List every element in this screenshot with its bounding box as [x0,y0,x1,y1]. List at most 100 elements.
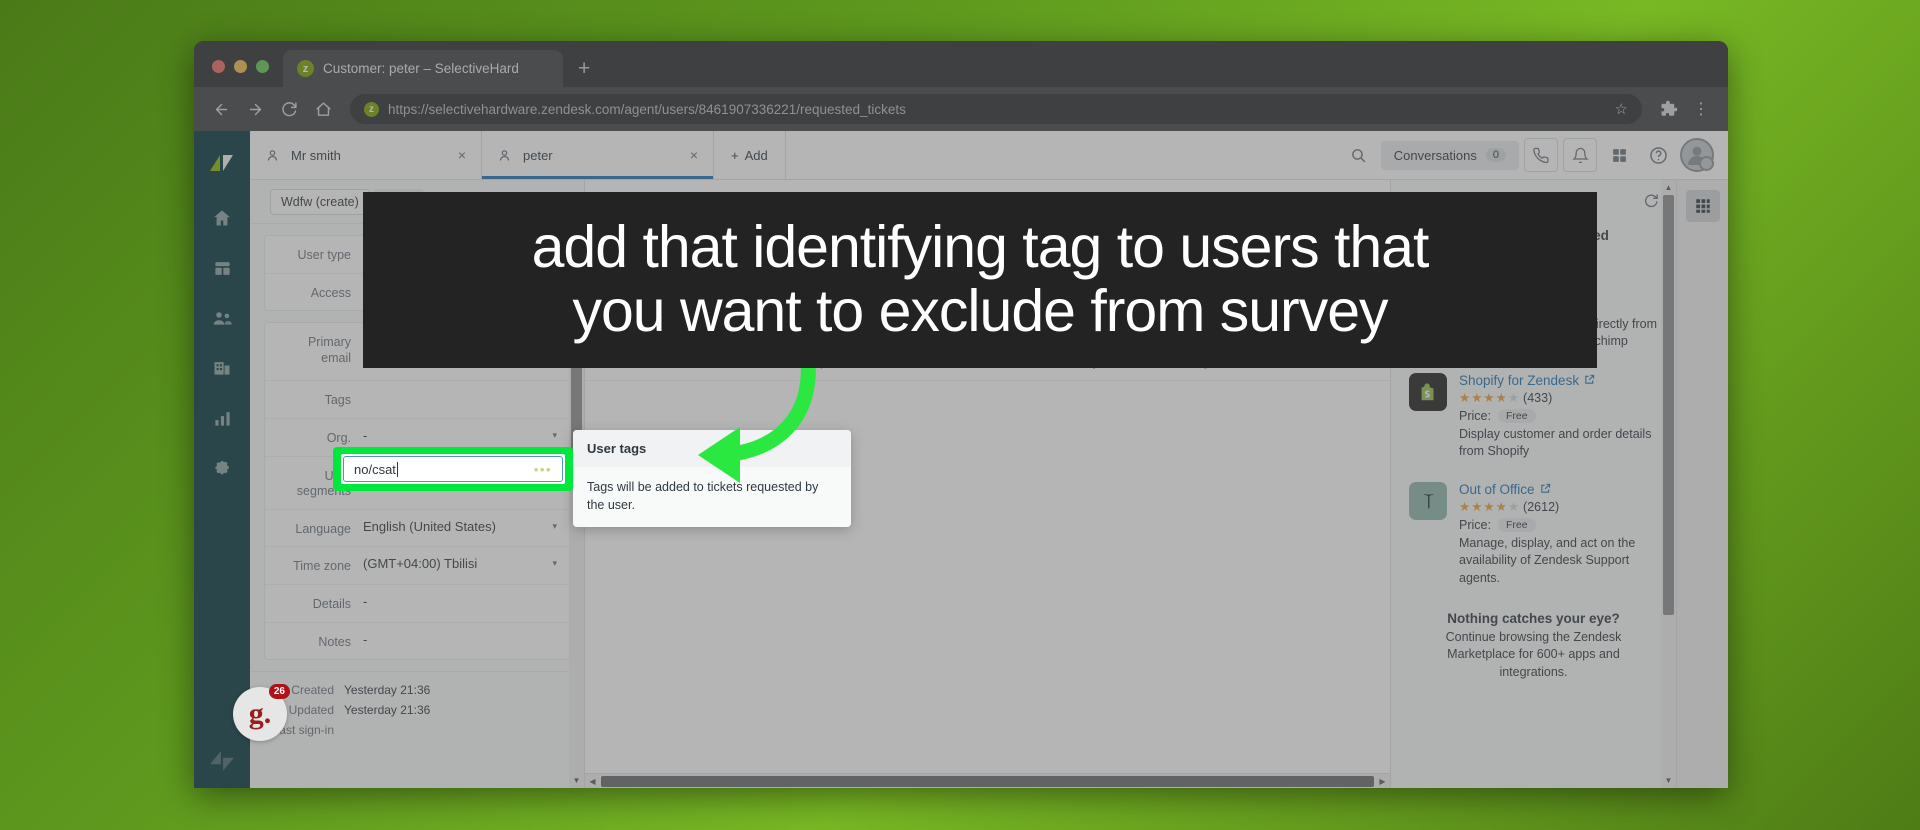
zendesk-footer-logo-icon [194,748,250,774]
field-value[interactable]: - [363,632,557,647]
bell-icon[interactable] [1563,138,1597,172]
sidebar-item-customers[interactable] [200,293,244,343]
field-value[interactable]: English (United States) ▾ [363,519,557,534]
grid-icon[interactable] [1602,138,1636,172]
scroll-thumb[interactable] [1663,195,1674,615]
field-time-zone: Time zone (GMT+04:00) Tbilisi ▾ [265,547,569,585]
caption-line-1: add that identifying tag to users that [531,214,1430,281]
tooltip-title: User tags [573,430,851,467]
meta-row-updated: Updated Yesterday 21:36 [264,700,570,720]
field-value[interactable]: (GMT+04:00) Tbilisi ▾ [363,556,557,571]
field-tags: Tags [265,381,569,419]
caption-overlay: add that identifying tag to users that y… [363,192,1597,368]
field-language: Language English (United States) ▾ [265,510,569,548]
h-scroll-thumb[interactable] [601,775,1374,787]
bookmark-star-icon[interactable]: ☆ [1615,100,1628,118]
grammarly-widget[interactable]: g. 26 [233,684,290,741]
tags-field-highlight-inner: no/csat ••• [341,454,565,484]
tags-loading-dots-icon: ••• [533,461,552,477]
scroll-track[interactable] [1661,195,1676,773]
address-bar-url: https://selectivehardware.zendesk.com/ag… [388,101,906,117]
help-icon[interactable] [1641,138,1675,172]
workspace-tab-label: Mr smith [291,147,341,163]
workspace-tab-label: peter [523,147,553,163]
user-meta: Created Yesterday 21:36 Updated Yesterda… [250,671,584,744]
price-badge: Free [1497,408,1536,423]
minimize-window-button[interactable] [234,60,247,73]
app-body: Shopify for Zendesk ★★★★★ (433) Price: Fr… [1459,373,1658,461]
maximize-window-button[interactable] [256,60,269,73]
scroll-up-icon[interactable]: ▲ [1665,180,1673,195]
tags-input-value: no/csat [354,461,396,477]
org-value: - [363,427,368,443]
avatar[interactable] [1680,138,1714,172]
browser-toolbar: z https://selectivehardware.zendesk.com/… [194,87,1728,131]
price-label: Price: [1459,408,1491,423]
forward-arrow-icon[interactable] [240,94,270,124]
close-window-button[interactable] [212,60,225,73]
field-value[interactable] [363,390,557,405]
sidebar-item-views[interactable] [200,243,244,293]
workspace-tab-mr-smith[interactable]: Mr smith × [250,131,482,179]
close-icon[interactable]: × [458,147,466,163]
conversations-button[interactable]: Conversations 0 [1380,140,1519,170]
address-bar[interactable]: z https://selectivehardware.zendesk.com/… [350,94,1642,124]
palm-tree-icon [1409,482,1447,520]
sidebar-item-admin[interactable] [200,443,244,493]
new-tab-button[interactable]: + [563,58,605,87]
conversations-count-badge: 0 [1485,148,1506,162]
app-link-shopify[interactable]: Shopify for Zendesk [1459,373,1658,388]
grammarly-badge: 26 [268,684,290,699]
close-icon[interactable]: × [690,147,698,163]
browser-tab[interactable]: z Customer: peter – SelectiveHard [283,50,563,87]
text-cursor [396,461,398,477]
horizontal-scrollbar[interactable]: ◀ ▶ [585,773,1390,788]
phone-icon[interactable] [1524,138,1558,172]
zendesk-logo-icon[interactable] [202,141,242,185]
external-link-icon [1584,373,1595,388]
user-details-card: Primary email djfsbehj@wdfw.com ▾ ⚠ + ad… [264,322,570,661]
field-value[interactable]: - [363,594,557,609]
field-label: Language [295,521,351,536]
apps-scrollbar[interactable]: ▲ ▼ [1661,180,1676,788]
search-icon[interactable] [1342,138,1376,172]
scroll-right-icon[interactable]: ▶ [1375,777,1390,786]
apps-footer-text: Continue browsing the Zendesk Marketplac… [1445,629,1622,679]
zendesk-topnav: Mr smith × peter × + Add Conversations 0 [250,131,1728,180]
sidebar-item-organizations[interactable] [200,343,244,393]
sidebar-item-home[interactable] [200,193,244,243]
add-tab-button[interactable]: + Add [714,131,786,179]
puzzle-icon[interactable] [1654,94,1684,124]
user-tags-tooltip: User tags Tags will be added to tickets … [573,430,851,528]
details-value: - [363,594,368,609]
browser-window: z Customer: peter – SelectiveHard + z ht… [194,41,1728,788]
meta-row-last-sign-in: Last sign-in [264,720,570,740]
back-arrow-icon[interactable] [206,94,236,124]
field-label: Time zone [293,559,351,574]
scroll-left-icon[interactable]: ◀ [585,777,600,786]
reload-icon[interactable] [274,94,304,124]
refresh-icon[interactable] [1643,192,1660,214]
scroll-down-icon[interactable]: ▼ [573,773,581,788]
field-notes: Notes - [265,623,569,660]
app-card-shopify: Shopify for Zendesk ★★★★★ (433) Price: Fr… [1391,365,1676,475]
app-rating: ★★★★★ (2612) [1459,500,1560,514]
meta-value: Yesterday 21:36 [344,703,431,718]
browser-menu-icon[interactable]: ⋮ [1686,94,1716,124]
breadcrumb-item-wdfw[interactable]: Wdfw (create) [270,189,370,215]
language-value: English (United States) [363,518,496,534]
tags-input[interactable]: no/csat ••• [343,456,563,482]
app-card-out-of-office: Out of Office ★★★★★ (2612) Price: Free M… [1391,474,1676,601]
home-icon[interactable] [308,94,338,124]
sidebar-item-reporting[interactable] [200,393,244,443]
field-value[interactable]: - ▾ [363,428,557,443]
shopify-icon [1409,372,1447,411]
toolbar-right-actions: ⋮ [1654,94,1716,124]
field-label: Details [312,597,351,611]
workspace-tab-peter[interactable]: peter × [482,131,714,179]
app-price: Price: Free [1459,516,1658,535]
app-link-out-of-office[interactable]: Out of Office [1459,482,1658,497]
caption-line-2: you want to exclude from survey [572,278,1388,344]
apps-grid-icon[interactable] [1685,190,1720,222]
scroll-down-icon[interactable]: ▼ [1665,773,1673,788]
